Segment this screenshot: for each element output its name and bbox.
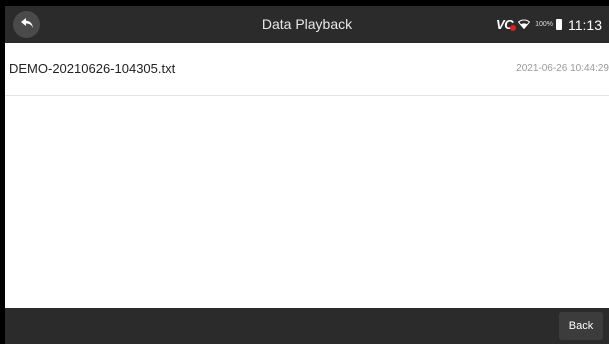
vci-disconnected-indicator (510, 25, 517, 31)
file-date: 2021-06-26 10:44:29 (516, 63, 609, 74)
status-area: VC 100% 11:13 (496, 6, 602, 43)
top-bar: Data Playback VC 100% 11:13 (5, 6, 609, 43)
file-row[interactable]: DEMO-20210626-104305.txt 2021-06-26 10:4… (5, 43, 609, 96)
wifi-icon (517, 16, 531, 34)
battery-percentage: 100% (535, 21, 553, 28)
bottom-bar: Back (5, 308, 609, 344)
app-window: Data Playback VC 100% 11:13 DEMO-2021062… (5, 6, 609, 344)
battery-icon (556, 19, 562, 30)
vci-status: VC (496, 17, 517, 32)
clock: 11:13 (568, 16, 602, 33)
file-list: DEMO-20210626-104305.txt 2021-06-26 10:4… (5, 43, 609, 96)
file-name: DEMO-20210626-104305.txt (9, 61, 176, 76)
back-button[interactable]: Back (559, 312, 603, 340)
